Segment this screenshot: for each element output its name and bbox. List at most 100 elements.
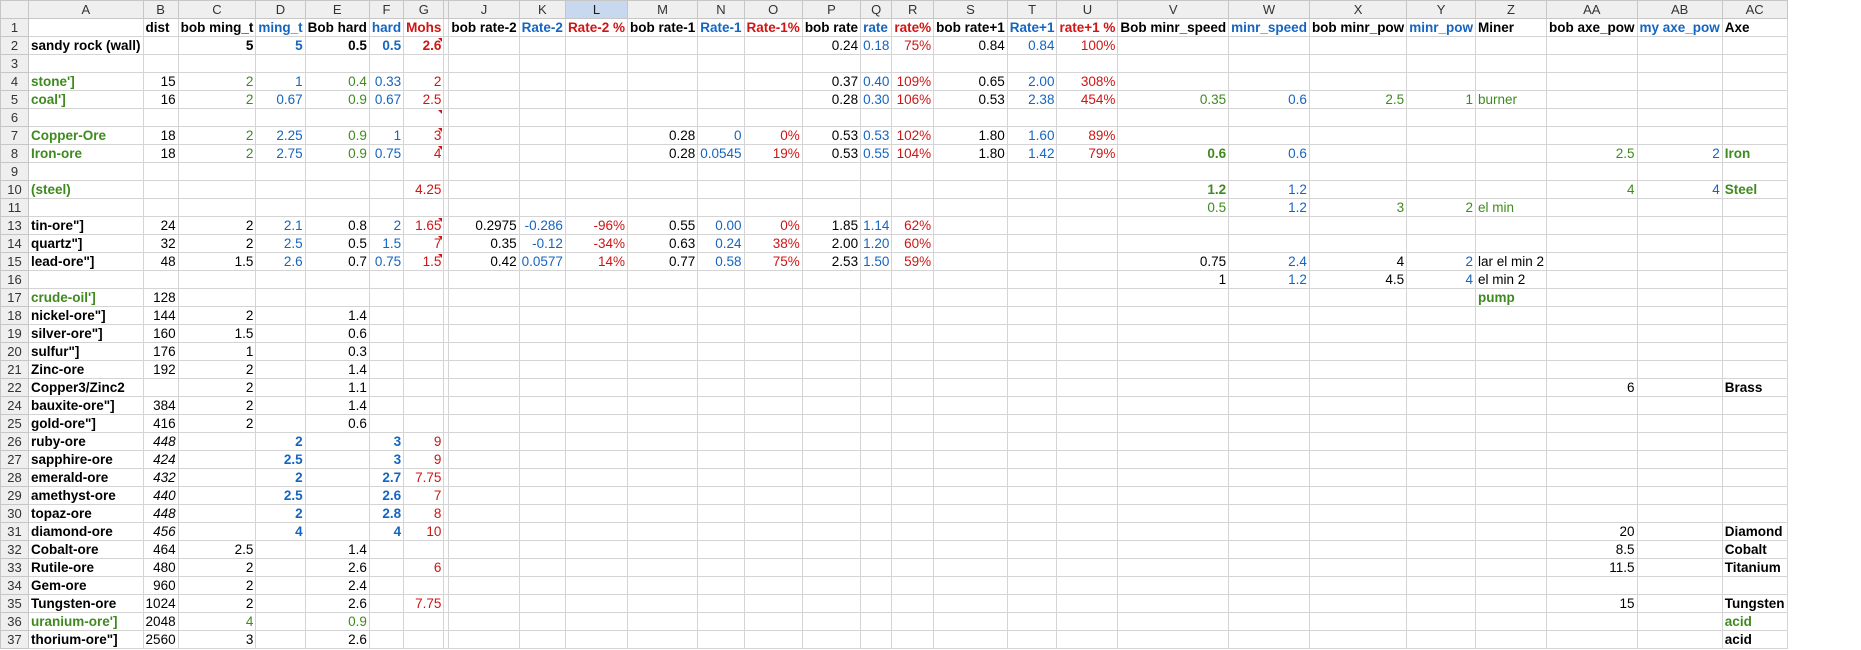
cell[interactable] bbox=[697, 630, 745, 649]
cell[interactable]: 0.9 bbox=[304, 90, 370, 109]
cell[interactable] bbox=[518, 486, 566, 505]
cell[interactable]: 0.40 bbox=[860, 72, 893, 91]
cell[interactable]: 1 bbox=[177, 342, 257, 361]
cell[interactable]: 7 bbox=[403, 234, 445, 253]
cell[interactable] bbox=[860, 414, 893, 433]
cell[interactable]: 0.6 bbox=[304, 414, 370, 433]
cell[interactable]: 11.5 bbox=[1545, 558, 1638, 577]
cell[interactable] bbox=[403, 540, 445, 559]
cell[interactable] bbox=[448, 108, 520, 127]
cell[interactable] bbox=[1545, 126, 1638, 145]
cell[interactable] bbox=[801, 486, 862, 505]
cell[interactable]: 2.53 bbox=[801, 252, 862, 271]
cell[interactable] bbox=[626, 522, 699, 541]
cell[interactable] bbox=[255, 594, 306, 613]
cell[interactable] bbox=[1474, 450, 1547, 469]
cell[interactable] bbox=[1228, 432, 1310, 451]
cell[interactable] bbox=[142, 108, 179, 127]
cell[interactable] bbox=[1474, 342, 1547, 361]
cell[interactable]: 59% bbox=[891, 252, 935, 271]
cell[interactable] bbox=[1636, 540, 1723, 559]
cell[interactable] bbox=[1056, 558, 1119, 577]
cell[interactable] bbox=[743, 180, 803, 199]
cell[interactable] bbox=[368, 198, 405, 217]
row-header[interactable]: 5 bbox=[0, 90, 29, 109]
cell[interactable] bbox=[697, 594, 745, 613]
cell[interactable] bbox=[801, 558, 862, 577]
row-header[interactable]: 29 bbox=[0, 486, 29, 505]
cell[interactable]: 2.6 bbox=[368, 486, 405, 505]
cell[interactable] bbox=[28, 108, 144, 127]
cell[interactable]: 1 bbox=[1117, 270, 1230, 289]
cell[interactable] bbox=[518, 180, 566, 199]
cell[interactable] bbox=[1636, 252, 1723, 271]
cell[interactable] bbox=[1228, 504, 1310, 523]
cell[interactable]: 0.3 bbox=[304, 342, 370, 361]
cell[interactable]: 0.28 bbox=[801, 90, 862, 109]
cell[interactable] bbox=[518, 504, 566, 523]
cell[interactable] bbox=[368, 630, 405, 649]
cell[interactable] bbox=[304, 198, 370, 217]
cell[interactable]: 2.00 bbox=[801, 234, 862, 253]
cell[interactable] bbox=[1228, 594, 1310, 613]
cell[interactable] bbox=[1406, 162, 1476, 181]
cell[interactable] bbox=[1636, 468, 1723, 487]
cell[interactable]: 1.50 bbox=[860, 252, 893, 271]
cell[interactable] bbox=[518, 144, 566, 163]
cell[interactable] bbox=[1406, 288, 1476, 307]
cell[interactable] bbox=[743, 486, 803, 505]
cell[interactable] bbox=[1006, 558, 1058, 577]
cell[interactable] bbox=[1474, 576, 1547, 595]
cell[interactable]: 2 bbox=[177, 576, 257, 595]
cell[interactable] bbox=[518, 162, 566, 181]
cell[interactable] bbox=[891, 432, 935, 451]
cell[interactable] bbox=[933, 468, 1008, 487]
cell[interactable] bbox=[697, 72, 745, 91]
cell[interactable]: 2 bbox=[255, 468, 306, 487]
cell[interactable] bbox=[518, 270, 566, 289]
cell[interactable] bbox=[448, 396, 520, 415]
cell[interactable]: 0.67 bbox=[368, 90, 405, 109]
cell[interactable]: 1.60 bbox=[1006, 126, 1058, 145]
cell[interactable] bbox=[697, 612, 745, 631]
cell[interactable] bbox=[368, 612, 405, 631]
cell[interactable] bbox=[860, 594, 893, 613]
cell[interactable] bbox=[1406, 108, 1476, 127]
cell[interactable]: Bob minr_speed bbox=[1117, 18, 1230, 37]
cell[interactable]: 0.53 bbox=[801, 144, 862, 163]
cell[interactable] bbox=[1474, 36, 1547, 55]
cell[interactable] bbox=[801, 396, 862, 415]
cell[interactable] bbox=[255, 324, 306, 343]
cell[interactable]: Diamond bbox=[1721, 522, 1788, 541]
cell[interactable] bbox=[1721, 162, 1788, 181]
cell[interactable] bbox=[1545, 306, 1638, 325]
cell[interactable] bbox=[448, 486, 520, 505]
cell[interactable]: 2 bbox=[1636, 144, 1723, 163]
cell[interactable]: 1 bbox=[1406, 90, 1476, 109]
cell[interactable] bbox=[1308, 36, 1408, 55]
cell[interactable]: 2.5 bbox=[255, 486, 306, 505]
cell[interactable] bbox=[1006, 378, 1058, 397]
cell[interactable] bbox=[891, 342, 935, 361]
column-header[interactable]: J bbox=[448, 0, 520, 19]
cell[interactable] bbox=[1228, 450, 1310, 469]
cell[interactable] bbox=[368, 288, 405, 307]
cell[interactable] bbox=[1721, 450, 1788, 469]
cell[interactable] bbox=[1474, 72, 1547, 91]
cell[interactable] bbox=[403, 54, 445, 73]
cell[interactable]: bob axe_pow bbox=[1545, 18, 1638, 37]
cell[interactable]: Mohs bbox=[403, 18, 445, 37]
cell[interactable]: 1.20 bbox=[860, 234, 893, 253]
row-header[interactable]: 20 bbox=[0, 342, 29, 361]
cell[interactable]: ming_t bbox=[255, 18, 306, 37]
cell[interactable] bbox=[626, 594, 699, 613]
cell[interactable]: 6 bbox=[403, 558, 445, 577]
cell[interactable] bbox=[860, 522, 893, 541]
cell[interactable] bbox=[801, 594, 862, 613]
cell[interactable] bbox=[626, 270, 699, 289]
cell[interactable]: 2.5 bbox=[403, 90, 445, 109]
cell[interactable] bbox=[448, 360, 520, 379]
cell[interactable]: 4 bbox=[403, 144, 445, 163]
cell[interactable] bbox=[697, 378, 745, 397]
cell[interactable] bbox=[518, 594, 566, 613]
